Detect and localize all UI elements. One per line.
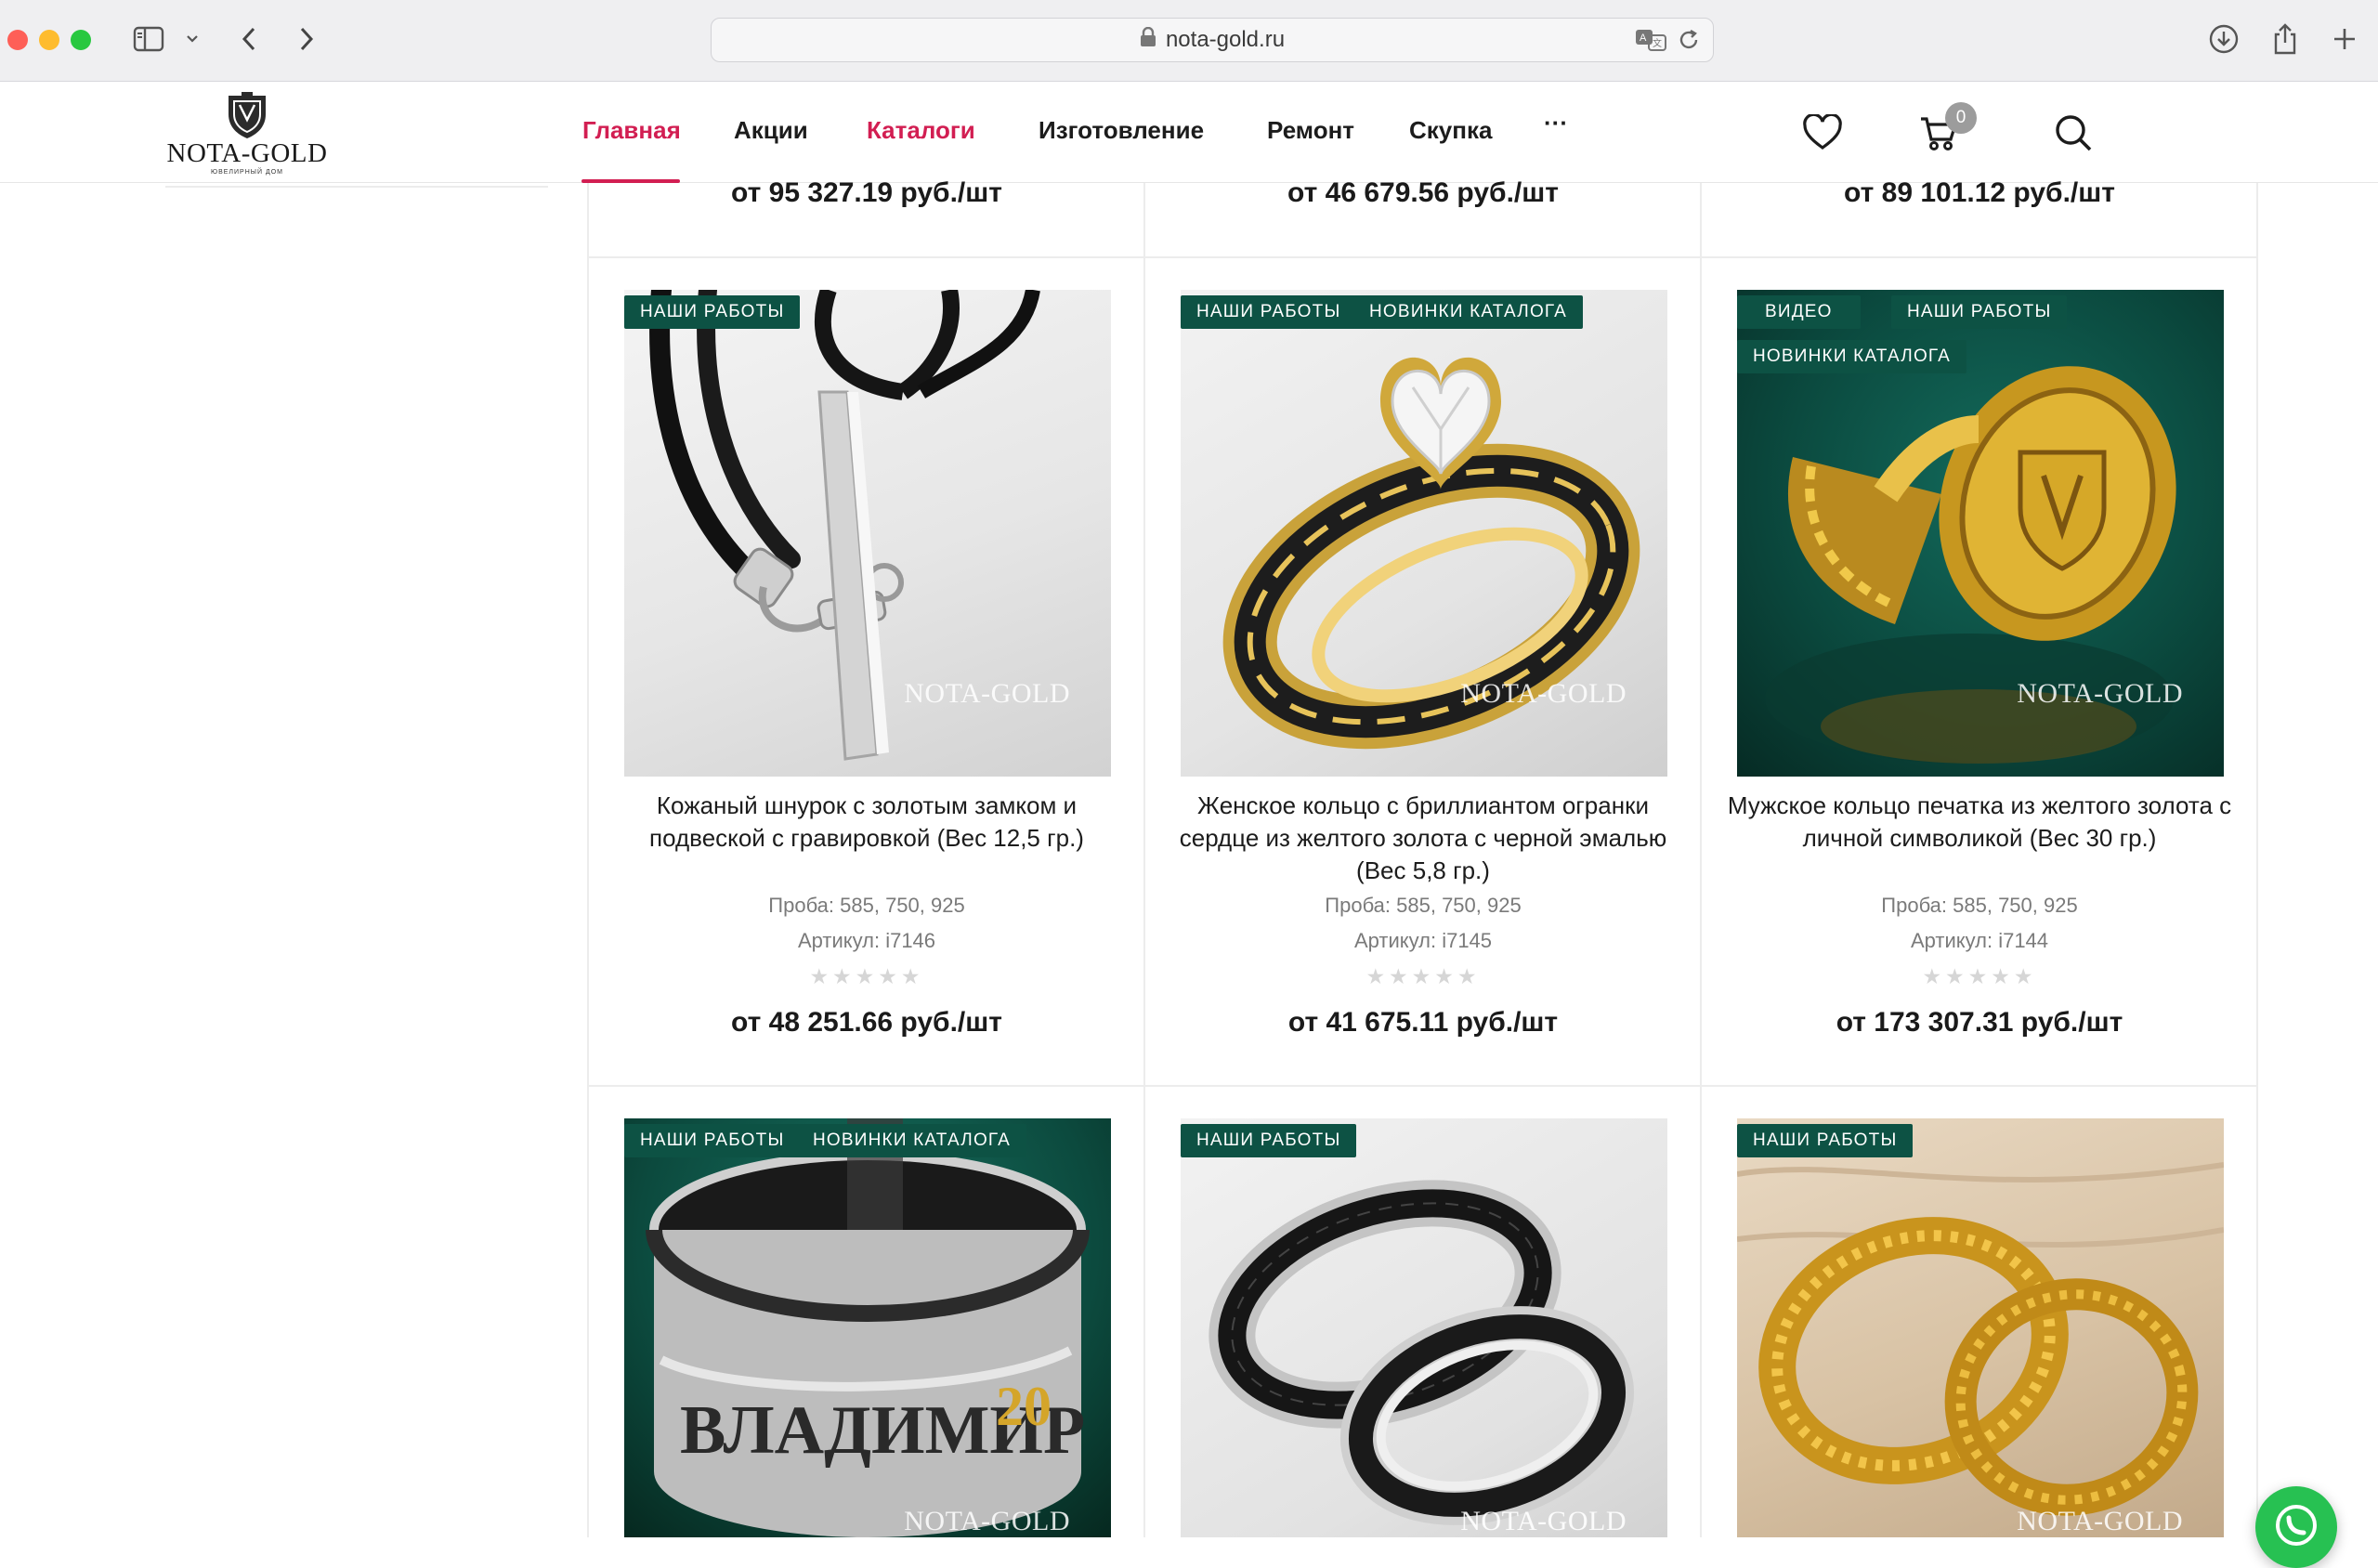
reload-icon[interactable]	[1678, 28, 1700, 59]
product-price: от 173 307.31 руб./шт	[1836, 1007, 2123, 1038]
badge-our-works: НАШИ РАБОТЫ	[624, 1124, 801, 1157]
product-card[interactable]: НАШИ РАБОТЫ НОВИНКИ КАТАЛОГА NOTA-GOLD Ж…	[1145, 258, 1701, 1085]
downloads-icon[interactable]	[2205, 20, 2242, 58]
sidebar-divider	[165, 186, 548, 188]
site-header: NOTA-GOLD ЮВЕЛИРНЫЙ ДОМ Главная Акции Ка…	[0, 83, 2378, 183]
badge-new-arrivals: НОВИНКИ КАТАЛОГА	[1353, 295, 1584, 329]
svg-text:A: A	[1640, 33, 1647, 44]
favorites-icon[interactable]	[1797, 107, 1849, 159]
crest-icon	[229, 92, 266, 138]
product-proba: Проба: 585, 750, 925	[1881, 894, 2078, 917]
watermark: NOTA-GOLD	[904, 678, 1070, 709]
rating-stars[interactable]: ★★★★★	[1702, 964, 2257, 989]
engraving-number: 20	[996, 1376, 1052, 1437]
product-proba: Проба: 585, 750, 925	[1325, 894, 1522, 917]
watermark: NOTA-GOLD	[1460, 678, 1627, 709]
product-image[interactable]: НАШИ РАБОТЫ NOTA-GOLD	[1181, 1118, 1667, 1537]
whatsapp-chat-button[interactable]	[2255, 1486, 2337, 1568]
share-icon[interactable]	[2267, 20, 2304, 58]
product-image[interactable]: ВИДЕО НАШИ РАБОТЫ НОВИНКИ КАТАЛОГА NOTA-…	[1737, 290, 2224, 777]
product-price: от 48 251.66 руб./шт	[731, 1007, 1002, 1038]
product-card[interactable]: НАШИ РАБОТЫ NOTA-GOLD Кожаный шнурок с з…	[589, 258, 1144, 1085]
badge-our-works: НАШИ РАБОТЫ	[1181, 1124, 1357, 1157]
product-sku: Артикул: i7145	[1353, 929, 1493, 952]
silver-band-ring-image: ВЛАДИМИР 20	[646, 1118, 1090, 1537]
badge-video: ВИДЕО	[1737, 295, 1861, 329]
product-image[interactable]: НАШИ РАБОТЫ НОВИНКИ КАТАЛОГА NOTA-GOLD	[1181, 290, 1667, 777]
product-title[interactable]: Женское кольцо с бриллиантом огранки сер…	[1155, 790, 1692, 887]
zoom-window-button[interactable]	[71, 30, 91, 50]
product-price: от 46 679.56 руб./шт	[1287, 177, 1559, 208]
badge-our-works: НАШИ РАБОТЫ	[1891, 295, 2068, 329]
watermark: NOTA-GOLD	[1460, 1506, 1627, 1536]
badge-our-works: НАШИ РАБОТЫ	[1737, 1124, 1914, 1157]
product-sku: Артикул: i7146	[797, 929, 936, 952]
product-card[interactable]: ВЛАДИМИР 20 НАШИ РАБОТЫ НОВИНКИ КАТАЛОГА…	[589, 1087, 1144, 1537]
logo-subtitle: ЮВЕЛИРНЫЙ ДОМ	[211, 169, 283, 176]
logo-wordmark: NOTA-GOLD	[166, 138, 328, 168]
svg-text:文: 文	[1653, 37, 1662, 49]
sidebar-toggle-icon[interactable]	[130, 20, 167, 58]
badge-new-arrivals: НОВИНКИ КАТАЛОГА	[797, 1124, 1027, 1157]
nav-catalogs[interactable]: Каталоги	[867, 116, 975, 145]
watermark: NOTA-GOLD	[904, 1506, 1070, 1536]
nav-more-button[interactable]: ···	[1544, 109, 1568, 137]
badge-our-works: НАШИ РАБОТЫ	[624, 295, 801, 329]
watermark: NOTA-GOLD	[2017, 1506, 2183, 1536]
minimize-window-button[interactable]	[39, 30, 59, 50]
product-card[interactable]: НАШИ РАБОТЫ NOTA-GOLD	[1702, 1087, 2257, 1537]
rating-stars[interactable]: ★★★★★	[1145, 964, 1701, 989]
product-title[interactable]: Мужское кольцо печатка из желтого золота…	[1711, 790, 2248, 855]
badge-our-works: НАШИ РАБОТЫ	[1181, 295, 1357, 329]
url-text: nota-gold.ru	[1165, 27, 1286, 52]
black-ceramic-rings-image	[1209, 1180, 1635, 1525]
forward-button[interactable]	[290, 20, 323, 58]
product-sku: Артикул: i7144	[1910, 929, 2049, 952]
search-icon[interactable]	[2047, 107, 2099, 159]
badge-new-arrivals: НОВИНКИ КАТАЛОГА	[1737, 340, 1967, 373]
cart-count-badge: 0	[1945, 102, 1977, 134]
product-proba: Проба: 585, 750, 925	[768, 894, 965, 917]
rating-stars[interactable]: ★★★★★	[589, 964, 1144, 989]
new-tab-icon[interactable]	[2326, 20, 2363, 58]
nav-manufacturing[interactable]: Изготовление	[1039, 116, 1204, 145]
back-button[interactable]	[232, 20, 266, 58]
gold-wedding-rings-image	[1737, 1162, 2224, 1516]
lock-icon	[1140, 26, 1156, 54]
address-bar[interactable]: nota-gold.ru A文	[711, 18, 1714, 62]
product-price: от 95 327.19 руб./шт	[731, 177, 1002, 208]
product-title[interactable]: Кожаный шнурок с золотым замком и подвес…	[598, 790, 1135, 855]
close-window-button[interactable]	[7, 30, 28, 50]
browser-toolbar: nota-gold.ru A文	[0, 0, 2378, 82]
product-price: от 89 101.12 руб./шт	[1844, 177, 2115, 208]
product-price: от 41 675.11 руб./шт	[1287, 1007, 1559, 1038]
watermark: NOTA-GOLD	[2017, 678, 2183, 709]
nav-promotions[interactable]: Акции	[734, 116, 808, 145]
translate-icon[interactable]: A文	[1635, 28, 1666, 59]
nav-buyback[interactable]: Скупка	[1409, 116, 1492, 145]
product-image[interactable]: НАШИ РАБОТЫ NOTA-GOLD	[624, 290, 1111, 777]
product-card[interactable]: ВИДЕО НАШИ РАБОТЫ НОВИНКИ КАТАЛОГА NOTA-…	[1702, 258, 2257, 1085]
site-logo[interactable]: NOTA-GOLD ЮВЕЛИРНЫЙ ДОМ	[163, 92, 331, 176]
product-card[interactable]: НАШИ РАБОТЫ NOTA-GOLD	[1145, 1087, 1701, 1537]
product-image[interactable]: НАШИ РАБОТЫ NOTA-GOLD	[1737, 1118, 2224, 1537]
chevron-down-icon[interactable]	[182, 20, 203, 58]
nav-main[interactable]: Главная	[582, 116, 681, 145]
whatsapp-icon	[2276, 1505, 2317, 1546]
product-image[interactable]: ВЛАДИМИР 20 НАШИ РАБОТЫ НОВИНКИ КАТАЛОГА…	[624, 1118, 1111, 1537]
nav-repair[interactable]: Ремонт	[1267, 116, 1354, 145]
